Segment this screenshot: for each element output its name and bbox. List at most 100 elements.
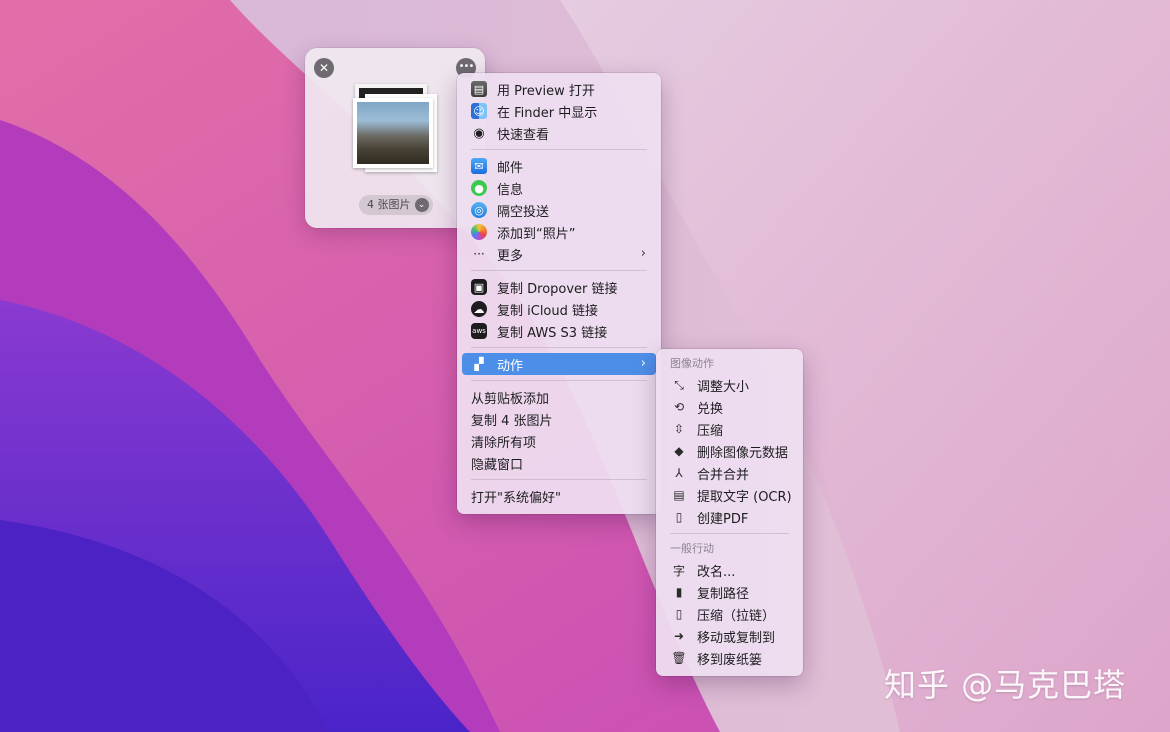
erase-metadata-icon: ◆ <box>674 444 684 458</box>
menu-item-label: 隔空投送 <box>497 204 550 220</box>
menu-item-label: 从剪贴板添加 <box>471 391 550 407</box>
menu-item[interactable]: ⇳ 压缩 <box>661 418 798 440</box>
actions-submenu: 图像动作 ⤡ 调整大小 ⟲ 兑换 ⇳ 压缩 ◆ 删除图像元数据 ⅄ 合并合并 ▤ 提取文字 (OCR) ▯… <box>656 349 803 676</box>
menu-item-label: 复制路径 <box>697 586 750 602</box>
ellipsis-icon: ··· <box>473 247 485 261</box>
watermark-text: 知乎 @马克巴塔 <box>884 666 1127 704</box>
document-icon: ▞ <box>474 357 484 371</box>
merge-icon: ⅄ <box>675 466 683 480</box>
menu-item-label: 创建PDF <box>697 511 749 527</box>
menu-item-label: 复制 Dropover 链接 <box>497 281 618 297</box>
menu-item-label: 提取文字 (OCR) <box>697 489 792 505</box>
menu-separator <box>670 533 789 534</box>
menu-item[interactable]: ▤ 用 Preview 打开 <box>462 78 656 100</box>
ocr-icon: ▤ <box>673 488 685 502</box>
submenu-section-heading: 一般行动 <box>670 542 714 555</box>
menu-item-label: 移动或复制到 <box>697 630 776 646</box>
menu-item[interactable]: ◎ 隔空投送 <box>462 199 656 221</box>
submenu-section-heading: 图像动作 <box>670 357 714 370</box>
menu-item[interactable]: ⟲ 兑换 <box>661 396 798 418</box>
menu-item-label: 隐藏窗口 <box>471 457 524 473</box>
resize-icon: ⤡ <box>674 377 684 392</box>
context-menu: ▤ 用 Preview 打开 ☺ 在 Finder 中显示 ◉ 快速查看 ✉ 邮件 ● 信息 ◎ 隔空… <box>457 73 661 514</box>
menu-item[interactable]: 🗑 移到废纸篓 <box>661 647 798 669</box>
menu-item[interactable]: 字改名... <box>661 559 798 581</box>
menu-item[interactable]: ⅄ 合并合并 <box>661 462 798 484</box>
messages-icon: ● <box>471 180 487 196</box>
image-stack-thumbnail[interactable] <box>349 84 441 176</box>
menu-item[interactable]: ⤡ 调整大小 <box>661 374 798 396</box>
menu-item-label: 合并合并 <box>697 467 750 483</box>
icloud-icon: ☁ <box>471 301 487 317</box>
menu-item[interactable]: aws 复制 AWS S3 链接 <box>462 320 656 342</box>
photo-thumbnail <box>353 98 433 168</box>
menu-item-label: 删除图像元数据 <box>697 445 789 461</box>
menu-item[interactable]: 清除所有项 <box>462 430 656 452</box>
menu-item-label: 移到废纸篓 <box>697 652 763 668</box>
menu-item-label: 压缩（拉链） <box>697 608 776 624</box>
menu-item[interactable]: ▯ 压缩（拉链） <box>661 603 798 625</box>
trash-icon: 🗑 <box>671 651 687 665</box>
menu-separator <box>471 380 647 381</box>
zip-icon: ▯ <box>675 607 683 621</box>
menu-item-label: 邮件 <box>497 160 524 176</box>
menu-separator <box>471 347 647 348</box>
menu-item[interactable]: 打开"系统偏好" <box>462 485 656 507</box>
preview-icon: ▤ <box>471 81 487 97</box>
menu-item-label: 在 Finder 中显示 <box>497 105 598 121</box>
menu-item-label: 动作 <box>497 358 524 374</box>
item-count-button[interactable]: 4 张图片 ⌄ <box>359 195 433 215</box>
menu-item[interactable]: ☺ 在 Finder 中显示 <box>462 100 656 122</box>
pdf-icon: ▯ <box>675 510 683 524</box>
menu-item-label: 更多 <box>497 248 524 264</box>
chevron-down-icon: ⌄ <box>414 198 429 212</box>
menu-separator <box>471 149 647 150</box>
menu-item-label: 改名... <box>697 564 736 580</box>
airdrop-icon: ◎ <box>471 202 487 218</box>
finder-icon: ☺ <box>471 103 487 119</box>
menu-item-label: 复制 4 张图片 <box>471 413 553 429</box>
menu-item[interactable]: ◆ 删除图像元数据 <box>661 440 798 462</box>
menu-item[interactable]: ☁ 复制 iCloud 链接 <box>462 298 656 320</box>
mail-icon: ✉ <box>471 158 487 174</box>
menu-item[interactable]: 添加到“照片” <box>462 221 656 243</box>
menu-item-label: 添加到“照片” <box>497 226 576 242</box>
menu-item[interactable]: ▯ 创建PDF <box>661 506 798 528</box>
menu-item[interactable]: ▣ 复制 Dropover 链接 <box>462 276 656 298</box>
menu-item-label: 快速查看 <box>497 127 550 143</box>
eye-icon: ◉ <box>473 125 485 141</box>
menu-item-label: 打开"系统偏好" <box>471 490 561 506</box>
convert-icon: ⟲ <box>673 400 685 414</box>
menu-item[interactable]: ··· 更多 › <box>462 243 656 265</box>
photos-icon <box>471 224 487 240</box>
menu-item-label: 复制 AWS S3 链接 <box>497 325 608 341</box>
move-icon: ➜ <box>673 629 685 643</box>
menu-item-label: 兑换 <box>697 401 724 417</box>
menu-item[interactable]: ◉ 快速查看 <box>462 122 656 144</box>
menu-item-label: 用 Preview 打开 <box>497 83 595 99</box>
dropover-icon: ▣ <box>471 279 487 295</box>
close-icon[interactable]: ✕ <box>314 58 334 78</box>
menu-separator <box>471 270 647 271</box>
menu-item[interactable]: ▤ 提取文字 (OCR) <box>661 484 798 506</box>
chevron-right-icon: › <box>640 356 646 371</box>
chevron-right-icon: › <box>640 246 646 261</box>
menu-item[interactable]: ▞ 动作 › <box>462 353 656 375</box>
menu-item[interactable]: 从剪贴板添加 <box>462 386 656 408</box>
menu-item[interactable]: ✉ 邮件 <box>462 155 656 177</box>
menu-item[interactable]: ➜ 移动或复制到 <box>661 625 798 647</box>
menu-item-label: 清除所有项 <box>471 435 537 451</box>
aws-icon: aws <box>471 323 487 339</box>
compress-icon: ⇳ <box>673 422 685 436</box>
menu-item-label: 调整大小 <box>697 379 750 395</box>
menu-item-label: 压缩 <box>697 423 724 439</box>
rename-icon: 字 <box>672 563 685 578</box>
menu-item[interactable]: ● 信息 <box>462 177 656 199</box>
menu-separator <box>471 479 647 480</box>
menu-item[interactable]: 复制 4 张图片 <box>462 408 656 430</box>
menu-item[interactable]: ▮ 复制路径 <box>661 581 798 603</box>
copy-path-icon: ▮ <box>675 585 683 599</box>
item-count-label: 4 张图片 <box>367 198 411 211</box>
menu-item[interactable]: 隐藏窗口 <box>462 452 656 474</box>
menu-item-label: 信息 <box>497 182 524 198</box>
